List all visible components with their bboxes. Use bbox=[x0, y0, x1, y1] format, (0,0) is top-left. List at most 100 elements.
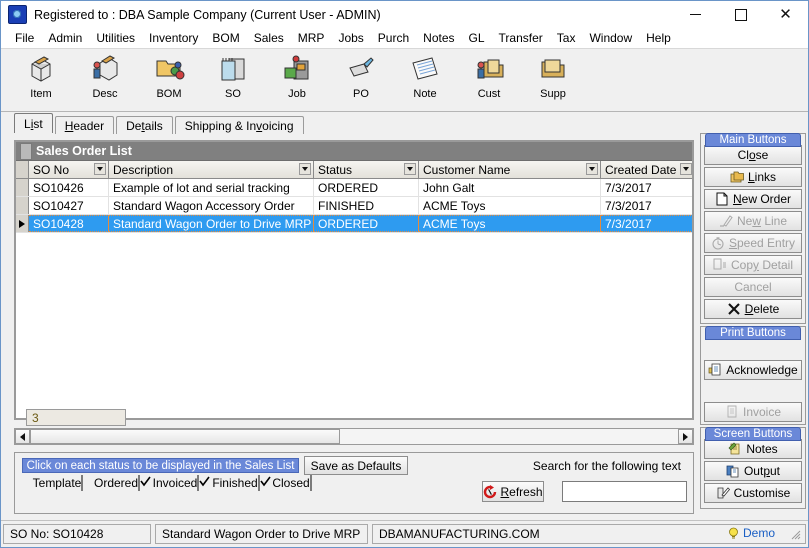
maximize-icon[interactable] bbox=[718, 1, 763, 28]
output-button[interactable]: Output bbox=[704, 461, 802, 481]
status-checkbox-template[interactable] bbox=[81, 475, 84, 491]
status-checkbox-invoiced[interactable] bbox=[197, 475, 210, 491]
toolbar-button-note[interactable]: Note bbox=[393, 49, 457, 109]
toolbar-button-bom[interactable]: BOM bbox=[137, 49, 201, 109]
menu-item-help[interactable]: Help bbox=[639, 29, 678, 47]
filter-dropdown-icon-customer-name[interactable] bbox=[586, 163, 598, 175]
refresh-label: Refresh bbox=[500, 484, 543, 499]
cell-so-no: SO10426 bbox=[29, 179, 109, 196]
invoice-button-label: Invoice bbox=[742, 405, 782, 419]
notes-button-label: Notes bbox=[746, 442, 778, 456]
menu-item-sales[interactable]: Sales bbox=[247, 29, 291, 47]
main-buttons-header: Main Buttons bbox=[705, 133, 801, 147]
current-row-marker-icon bbox=[19, 219, 25, 228]
filter-dropdown-icon-created-date[interactable] bbox=[680, 163, 692, 175]
notes-button[interactable]: Notes bbox=[704, 439, 802, 459]
grid-column-label-customer-name: Customer Name bbox=[423, 162, 511, 177]
close-button[interactable]: Close bbox=[704, 145, 802, 165]
menu-item-notes[interactable]: Notes bbox=[416, 29, 461, 47]
links-button[interactable]: Links bbox=[704, 167, 802, 187]
links-button-label: Links bbox=[747, 170, 777, 184]
status-filter-invoiced[interactable]: Invoiced bbox=[143, 475, 210, 491]
grid-column-header-created-date[interactable]: Created Date bbox=[601, 161, 692, 178]
menu-item-purch[interactable]: Purch bbox=[371, 29, 416, 47]
toolbar-label-item: Item bbox=[30, 88, 52, 100]
scrollbar-track[interactable] bbox=[30, 429, 678, 444]
toolbar-button-job[interactable]: Job bbox=[265, 49, 329, 109]
status-checkbox-finished[interactable] bbox=[257, 475, 271, 491]
cell-customer-name: John Galt bbox=[419, 179, 601, 196]
menu-item-bom[interactable]: BOM bbox=[205, 29, 246, 47]
status-label-template: Template bbox=[32, 476, 82, 490]
status-checkbox-ordered[interactable] bbox=[138, 475, 151, 491]
menu-item-transfer[interactable]: Transfer bbox=[492, 29, 550, 47]
status-filter-finished[interactable]: Finished bbox=[203, 475, 271, 491]
toolbar-button-po[interactable]: PO bbox=[329, 49, 393, 109]
refresh-button[interactable]: Refresh bbox=[482, 481, 544, 502]
status-checkbox-closed[interactable] bbox=[309, 475, 312, 491]
minimize-icon[interactable] bbox=[673, 1, 718, 28]
toolbar-button-cust[interactable]: Cust bbox=[457, 49, 521, 109]
filter-dropdown-icon-description[interactable] bbox=[299, 163, 311, 175]
toolbar-label-job: Job bbox=[288, 88, 306, 100]
toolbar-button-desc[interactable]: Desc bbox=[73, 49, 137, 109]
close-icon[interactable]: ✕ bbox=[763, 1, 808, 28]
tab-list[interactable]: List bbox=[14, 113, 53, 133]
sales-order-grid[interactable]: SO No Description Status Customer Name C… bbox=[16, 161, 692, 418]
speed-entry-clock-icon bbox=[712, 237, 724, 250]
cell-status: FINISHED bbox=[314, 197, 419, 214]
menu-item-tax[interactable]: Tax bbox=[550, 29, 583, 47]
grid-column-header-customer-name[interactable]: Customer Name bbox=[419, 161, 601, 178]
status-filter-closed[interactable]: Closed bbox=[263, 475, 321, 491]
demo-indicator[interactable]: Demo bbox=[728, 526, 775, 540]
copy-detail-button: Copy Detail bbox=[704, 255, 802, 275]
table-row[interactable]: SO10426 Example of lot and serial tracki… bbox=[16, 179, 692, 197]
menu-item-gl[interactable]: GL bbox=[462, 29, 492, 47]
grid-column-label-created-date: Created Date bbox=[605, 162, 677, 177]
filter-dropdown-icon-status[interactable] bbox=[404, 163, 416, 175]
new-order-button[interactable]: New Order bbox=[704, 189, 802, 209]
new-line-button-label: New Line bbox=[736, 214, 788, 228]
menu-item-mrp[interactable]: MRP bbox=[291, 29, 332, 47]
horizontal-scrollbar[interactable] bbox=[14, 428, 694, 445]
title-bar: Registered to : DBA Sample Company (Curr… bbox=[1, 1, 808, 28]
menu-item-window[interactable]: Window bbox=[582, 29, 639, 47]
cell-description: Standard Wagon Accessory Order bbox=[109, 197, 314, 214]
grid-column-header-status[interactable]: Status bbox=[314, 161, 419, 178]
menu-item-utilities[interactable]: Utilities bbox=[89, 29, 142, 47]
toolbar-button-so[interactable]: SO bbox=[201, 49, 265, 109]
search-input[interactable] bbox=[562, 481, 687, 502]
scrollbar-thumb[interactable] bbox=[30, 429, 340, 444]
grid-column-header-so-no[interactable]: SO No bbox=[29, 161, 109, 178]
save-as-defaults-button[interactable]: Save as Defaults bbox=[304, 456, 408, 475]
customise-button[interactable]: Customise bbox=[704, 483, 802, 503]
menu-item-admin[interactable]: Admin bbox=[41, 29, 89, 47]
demo-label: Demo bbox=[742, 526, 775, 540]
status-filter-template[interactable]: Template bbox=[25, 475, 91, 491]
resize-grip-icon[interactable] bbox=[788, 527, 802, 541]
menu-item-inventory[interactable]: Inventory bbox=[142, 29, 205, 47]
table-row[interactable]: SO10427 Standard Wagon Accessory Order F… bbox=[16, 197, 692, 215]
acknowledge-button-label: Acknowledge bbox=[726, 363, 798, 377]
list-pane: Sales Order List SO No Description Statu… bbox=[14, 132, 694, 520]
filter-dropdown-icon-so-no[interactable] bbox=[94, 163, 106, 175]
status-website-text: DBAMANUFACTURING.COM bbox=[379, 527, 540, 541]
scroll-right-arrow-icon[interactable] bbox=[678, 429, 693, 444]
acknowledge-button[interactable]: Acknowledge bbox=[704, 360, 802, 380]
delete-button-label: Delete bbox=[744, 302, 780, 316]
scroll-left-arrow-icon[interactable] bbox=[15, 429, 30, 444]
status-filter-panel: Click on each status to be displayed in … bbox=[14, 452, 694, 514]
delete-button[interactable]: Delete bbox=[704, 299, 802, 319]
grid-column-header-description[interactable]: Description bbox=[109, 161, 314, 178]
menu-item-jobs[interactable]: Jobs bbox=[331, 29, 370, 47]
groupbox-title-bar: Sales Order List bbox=[16, 142, 692, 161]
toolbar-button-supp[interactable]: Supp bbox=[521, 49, 585, 109]
main-toolbar: Item Desc BOM SO Job PO Note Cust Supp bbox=[1, 49, 808, 112]
status-filter-ordered[interactable]: Ordered bbox=[85, 475, 151, 491]
table-row-selected[interactable]: SO10428 Standard Wagon Order to Drive MR… bbox=[16, 215, 692, 233]
toolbar-button-item[interactable]: Item bbox=[9, 49, 73, 109]
menu-item-file[interactable]: File bbox=[8, 29, 41, 47]
invoice-print-icon bbox=[727, 405, 737, 418]
record-count-field[interactable]: 3 bbox=[26, 409, 126, 426]
cell-created-date: 7/3/2017 bbox=[601, 215, 692, 232]
